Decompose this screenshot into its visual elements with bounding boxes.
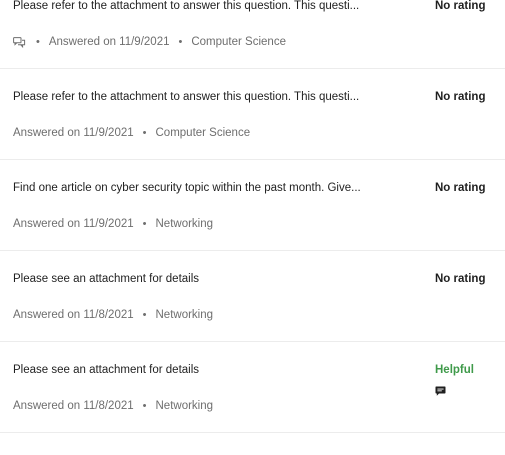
question-meta: Answered on 11/9/2021 • Networking xyxy=(13,217,213,231)
category-label: Networking xyxy=(155,309,214,321)
question-title[interactable]: Please refer to the attachment to answer… xyxy=(13,0,373,13)
meta-separator: • xyxy=(142,127,147,139)
question-row[interactable]: Please see an attachment for details Ans… xyxy=(0,342,505,433)
question-title[interactable]: Please refer to the attachment to answer… xyxy=(13,90,373,104)
comment-icon[interactable] xyxy=(435,384,446,396)
question-title[interactable]: Find one article on cyber security topic… xyxy=(13,181,373,195)
answered-questions-list: Please refer to the attachment to answer… xyxy=(0,0,505,433)
meta-separator: • xyxy=(36,36,40,48)
answered-date: Answered on 11/8/2021 xyxy=(13,400,134,412)
question-title[interactable]: Please see an attachment for details xyxy=(13,272,373,286)
question-row[interactable]: Please see an attachment for details Ans… xyxy=(0,251,505,342)
rating-status: No rating xyxy=(435,91,486,103)
question-meta: Answered on 11/9/2021 • Computer Science xyxy=(13,126,250,140)
answered-date: Answered on 11/9/2021 xyxy=(13,127,134,139)
meta-separator: • xyxy=(178,36,183,48)
category-label: Computer Science xyxy=(155,127,251,139)
question-row[interactable]: Please refer to the attachment to answer… xyxy=(0,0,505,69)
rating-status: No rating xyxy=(435,0,486,12)
answered-date: Answered on 11/9/2021 xyxy=(48,36,170,48)
answered-date: Answered on 11/9/2021 xyxy=(13,218,134,230)
answered-date: Answered on 11/8/2021 xyxy=(13,309,134,321)
question-row[interactable]: Please refer to the attachment to answer… xyxy=(0,69,505,160)
meta-separator: • xyxy=(142,400,147,412)
chat-bubbles-icon xyxy=(13,36,27,48)
category-label: Networking xyxy=(155,400,214,412)
rating-status: Helpful xyxy=(435,364,474,376)
question-meta: Answered on 11/8/2021 • Networking xyxy=(13,399,213,413)
question-meta: • Answered on 11/9/2021 • Computer Scien… xyxy=(13,35,286,49)
rating-status: No rating xyxy=(435,273,486,285)
question-meta: Answered on 11/8/2021 • Networking xyxy=(13,308,213,322)
question-title[interactable]: Please see an attachment for details xyxy=(13,363,373,377)
rating-status: No rating xyxy=(435,182,486,194)
question-row[interactable]: Find one article on cyber security topic… xyxy=(0,160,505,251)
meta-separator: • xyxy=(142,218,147,230)
category-label: Networking xyxy=(155,218,214,230)
meta-separator: • xyxy=(142,309,147,321)
category-label: Computer Science xyxy=(191,36,286,48)
